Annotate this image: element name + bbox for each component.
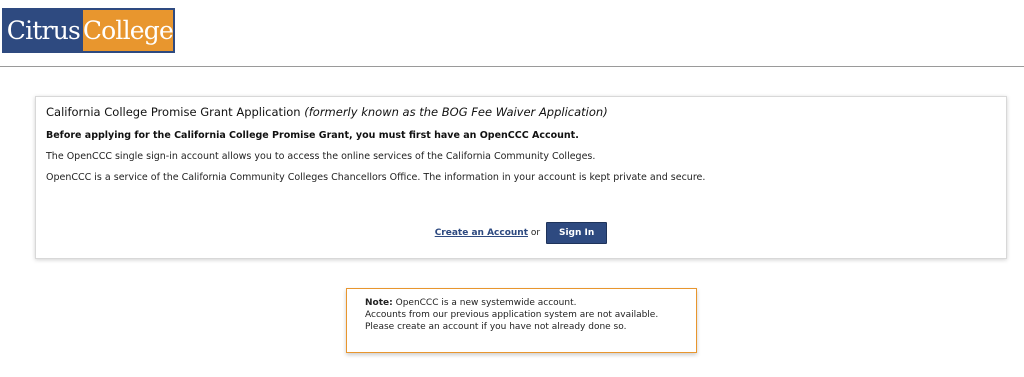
- citrus-college-logo[interactable]: Citrus College: [2, 8, 175, 53]
- create-account-link[interactable]: Create an Account: [435, 228, 528, 238]
- account-actions: Create an Account or Sign In: [36, 222, 1006, 244]
- note-line-1-text: OpenCCC is a new systemwide account.: [395, 298, 577, 308]
- page-header: Citrus College: [0, 0, 1024, 67]
- application-card: California College Promise Grant Applica…: [35, 96, 1007, 259]
- card-title-italic: (formerly known as the BOG Fee Waiver Ap…: [304, 105, 608, 119]
- logo-right-text: College: [82, 10, 174, 51]
- note-box: Note: OpenCCC is a new systemwide accoun…: [346, 288, 697, 353]
- card-title-main: California College Promise Grant Applica…: [46, 105, 301, 119]
- note-line-3: Please create an account if you have not…: [365, 322, 627, 332]
- logo-left-text: Citrus: [4, 10, 83, 51]
- opencc-description: The OpenCCC single sign-in account allow…: [46, 151, 596, 162]
- sign-in-button[interactable]: Sign In: [545, 222, 608, 244]
- note-label: Note:: [365, 298, 393, 308]
- note-line-1: Note: OpenCCC is a new systemwide accoun…: [365, 297, 678, 309]
- card-title: California College Promise Grant Applica…: [46, 105, 996, 119]
- privacy-description: OpenCCC is a service of the California C…: [46, 172, 706, 183]
- note-line-2: Accounts from our previous application s…: [365, 310, 659, 320]
- or-text: or: [530, 228, 541, 238]
- requirement-text: Before applying for the California Colle…: [46, 130, 579, 141]
